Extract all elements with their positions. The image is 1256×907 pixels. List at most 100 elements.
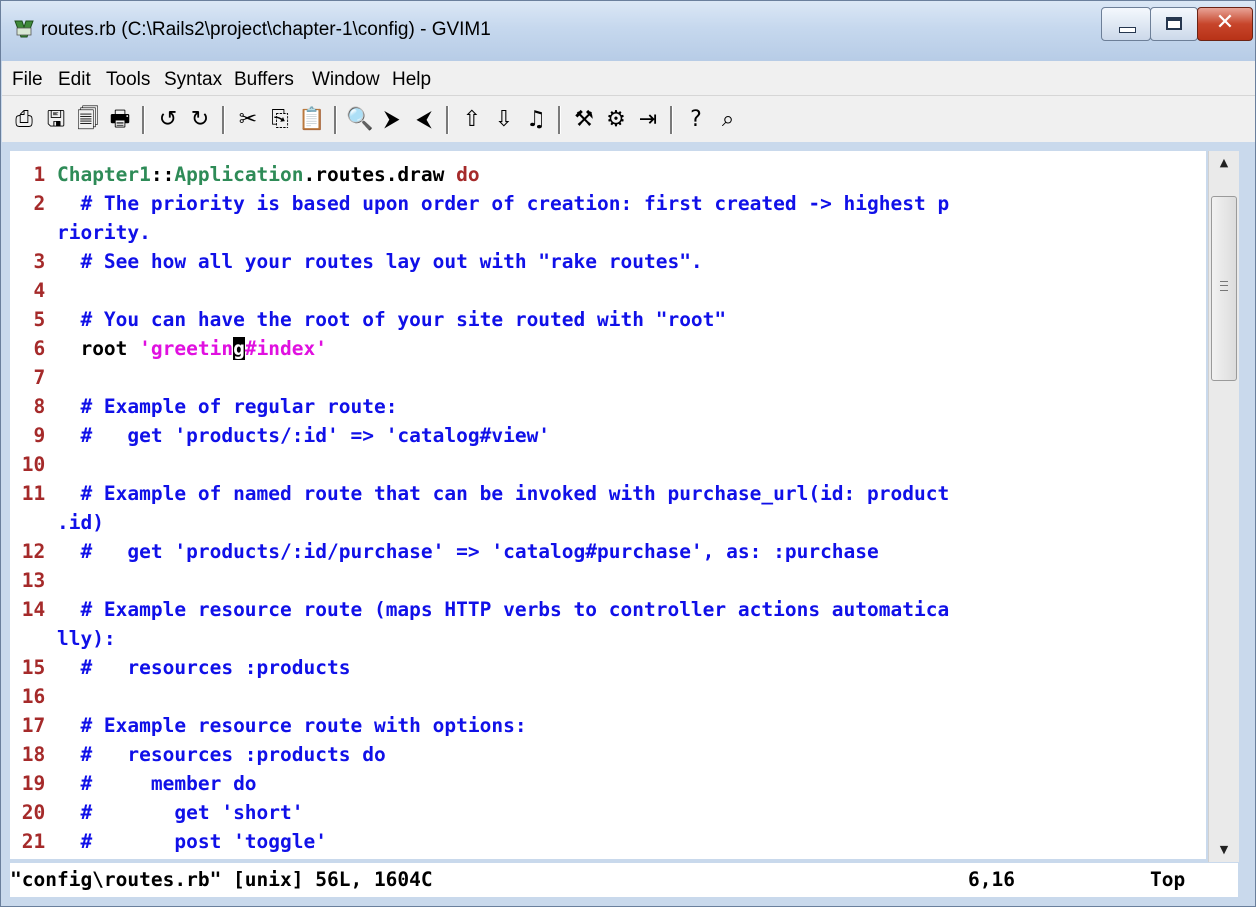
code-line[interactable]: 12 # get 'products/:id/purchase' => 'cat…: [10, 537, 879, 566]
run-ctags-icon[interactable]: ⚙: [602, 107, 630, 133]
line-number: [10, 221, 57, 244]
jump-tag-icon[interactable]: ⇥: [634, 107, 662, 133]
line-number: 7: [10, 366, 57, 389]
menu-bar: File Edit Tools Syntax Buffers Window He…: [2, 61, 1255, 96]
code-token: # member do: [56, 772, 257, 795]
code-token: # Example resource route with options:: [56, 714, 527, 737]
code-line[interactable]: 4: [10, 276, 57, 305]
text-editor-area[interactable]: 1 Chapter1::Application.routes.draw do 2…: [10, 151, 1206, 859]
code-token: # post 'toggle': [56, 830, 327, 853]
toolbar: ⎙ 🖫 🗐 🖶 ↺ ↻ ✂ ⎘ 📋 🔍 ⮞ ⮜ ⇧ ⇩ ♫ ⚒ ⚙ ⇥ ? ⌕: [2, 96, 1255, 142]
redo-icon[interactable]: ↻: [186, 107, 214, 133]
scroll-down-icon[interactable]: ▼: [1209, 838, 1239, 862]
load-session-icon[interactable]: ⇧: [458, 107, 486, 133]
save-session-icon[interactable]: ⇩: [490, 107, 518, 133]
line-number: [10, 511, 57, 534]
line-number: 11: [10, 482, 57, 505]
code-token: # You can have the root of your site rou…: [56, 308, 727, 331]
paste-icon[interactable]: 📋: [298, 107, 326, 133]
code-line[interactable]: 3 # See how all your routes lay out with…: [10, 247, 702, 276]
scroll-up-icon[interactable]: ▲: [1209, 151, 1239, 175]
title-bar[interactable]: routes.rb (C:\Rails2\project\chapter-1\c…: [1, 1, 1255, 61]
code-line[interactable]: 6 root 'greeting#index': [10, 334, 327, 363]
code-line[interactable]: 13: [10, 566, 57, 595]
line-number: 14: [10, 598, 57, 621]
menu-buffers[interactable]: Buffers: [234, 69, 294, 91]
find-replace-icon[interactable]: 🔍: [346, 107, 374, 133]
code-line[interactable]: 20 # get 'short': [10, 798, 304, 827]
code-line[interactable]: 21 # post 'toggle': [10, 827, 327, 856]
print-icon[interactable]: 🖶: [106, 107, 134, 133]
status-file-info: "config\routes.rb" [unix] 56L, 1604C: [10, 868, 433, 891]
code-line[interactable]: 5 # You can have the root of your site r…: [10, 305, 726, 334]
line-number: 9: [10, 424, 57, 447]
close-button[interactable]: ✕: [1197, 7, 1253, 41]
code-line[interactable]: 1 Chapter1::Application.routes.draw do: [10, 160, 479, 189]
toolbar-separator: [446, 106, 449, 134]
code-line[interactable]: 2 # The priority is based upon order of …: [10, 189, 949, 218]
line-number: 5: [10, 308, 57, 331]
text-cursor: g: [233, 337, 245, 360]
copy-icon[interactable]: ⎘: [266, 107, 294, 133]
line-number: [10, 627, 57, 650]
maximize-icon: [1166, 17, 1182, 30]
menu-tools[interactable]: Tools: [106, 69, 150, 91]
code-line[interactable]: .id): [10, 508, 104, 537]
window-title: routes.rb (C:\Rails2\project\chapter-1\c…: [41, 19, 491, 40]
code-line[interactable]: 19 # member do: [10, 769, 257, 798]
menu-help[interactable]: Help: [392, 69, 431, 91]
code-line[interactable]: 9 # get 'products/:id' => 'catalog#view': [10, 421, 550, 450]
code-line[interactable]: lly):: [10, 624, 116, 653]
save-icon[interactable]: 🖫: [42, 107, 70, 133]
toolbar-separator: [334, 106, 337, 134]
minimize-icon: [1119, 27, 1136, 33]
code-token: # Example of named route that can be inv…: [56, 482, 950, 505]
menu-window[interactable]: Window: [312, 69, 380, 91]
find-next-icon[interactable]: ⮞: [378, 107, 406, 133]
vertical-scrollbar[interactable]: ▲ ▼: [1208, 151, 1239, 862]
menu-file[interactable]: File: [12, 69, 43, 91]
help-icon[interactable]: ?: [682, 107, 710, 133]
code-token: lly):: [56, 627, 116, 650]
open-icon[interactable]: ⎙: [10, 107, 38, 133]
code-line[interactable]: 17 # Example resource route with options…: [10, 711, 527, 740]
code-token: # get 'products/:id/purchase' => 'catalo…: [56, 540, 879, 563]
code-line[interactable]: 7: [10, 363, 57, 392]
toolbar-separator: [558, 106, 561, 134]
status-line: "config\routes.rb" [unix] 56L, 1604C 6,1…: [10, 863, 1238, 897]
scrollbar-thumb[interactable]: [1211, 196, 1237, 381]
find-help-icon[interactable]: ⌕: [714, 107, 742, 133]
scroll-position: Top: [1150, 868, 1186, 891]
code-line[interactable]: 16: [10, 682, 57, 711]
save-all-icon[interactable]: 🗐: [74, 107, 102, 133]
code-token: ::: [150, 163, 175, 186]
code-token: Chapter1: [56, 163, 151, 186]
menu-syntax[interactable]: Syntax: [164, 69, 222, 91]
line-number: 6: [10, 337, 57, 360]
gvim-window: routes.rb (C:\Rails2\project\chapter-1\c…: [0, 0, 1256, 907]
run-script-icon[interactable]: ♫: [522, 107, 550, 133]
code-line[interactable]: 10: [10, 450, 57, 479]
grip-icon: [1220, 281, 1228, 291]
code-line[interactable]: 14 # Example resource route (maps HTTP v…: [10, 595, 949, 624]
line-number: 20: [10, 801, 57, 824]
maximize-button[interactable]: [1150, 7, 1198, 41]
code-line[interactable]: riority.: [10, 218, 151, 247]
line-number: 12: [10, 540, 57, 563]
code-line[interactable]: 15 # resources :products: [10, 653, 351, 682]
line-number: 3: [10, 250, 57, 273]
code-token: # Example of regular route:: [56, 395, 398, 418]
code-line[interactable]: 8 # Example of regular route:: [10, 392, 397, 421]
code-token: # get 'short': [56, 801, 304, 824]
line-number: 17: [10, 714, 57, 737]
find-prev-icon[interactable]: ⮜: [410, 107, 438, 133]
gvim-app-icon[interactable]: [13, 19, 35, 39]
undo-icon[interactable]: ↺: [154, 107, 182, 133]
minimize-button[interactable]: [1101, 7, 1151, 41]
menu-edit[interactable]: Edit: [58, 69, 91, 91]
cut-icon[interactable]: ✂: [234, 107, 262, 133]
code-line[interactable]: 11 # Example of named route that can be …: [10, 479, 949, 508]
make-icon[interactable]: ⚒: [570, 107, 598, 133]
code-token: 'greetin: [139, 337, 234, 360]
code-line[interactable]: 18 # resources :products do: [10, 740, 386, 769]
